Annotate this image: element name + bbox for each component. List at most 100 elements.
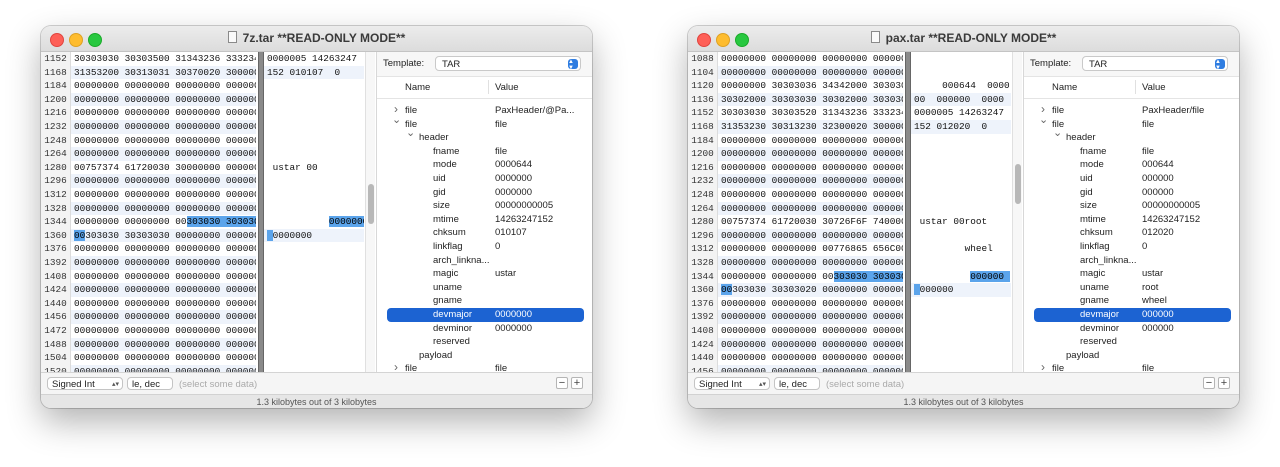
hex-row[interactable]: 1408 00000000 00000000 00000000 00000000 (688, 324, 1012, 338)
hex-row[interactable]: 1088 00000000 00000000 00000000 00000000 (688, 52, 1012, 66)
hex-row[interactable]: 1168 31353230 30313230 32300020 30000000 1… (688, 120, 1012, 134)
hex-row[interactable]: 1136 30302000 30303030 30302000 30303030 0… (688, 92, 1012, 107)
hex-row[interactable]: 1392 00000000 00000000 00000000 00000000 (688, 310, 1012, 324)
ascii-text[interactable]: ustar 00 (264, 161, 364, 175)
hex-row[interactable]: 1328 00000000 00000000 00000000 00000000 (41, 201, 365, 216)
tree-row[interactable]: uid 000000 (1024, 172, 1239, 186)
hex-row[interactable]: 1216 00000000 00000000 00000000 00000000 (688, 161, 1012, 175)
tree-row[interactable]: ⌄ header (1024, 127, 1239, 145)
endian-select[interactable]: le, dec (774, 377, 820, 390)
ascii-text[interactable]: 00 000000 0000 (911, 92, 1011, 107)
hex-bytes[interactable]: 00000000 00000000 00000000 00000000 (718, 351, 903, 365)
hex-bytes[interactable]: 30303030 30303520 31343236 33323437 (718, 106, 903, 120)
plus-button[interactable]: + (571, 377, 583, 389)
column-value-header[interactable]: Value (1142, 82, 1166, 93)
hex-row[interactable]: 134400000000 00000000 00303030 30303020 … (688, 270, 1012, 284)
hex-bytes[interactable]: 00000000 00000000 00000000 00000000 (718, 201, 903, 216)
hex-bytes[interactable]: 00000000 00000000 00000000 00000000 (71, 297, 256, 311)
template-select[interactable]: TAR ▲▼ (1082, 56, 1228, 71)
hex-row[interactable]: 1360 00303030 30303020 00000000 00000000 … (688, 283, 1012, 297)
tree-row[interactable]: gid 000000 (1024, 186, 1239, 200)
hex-row[interactable]: 1264 00000000 00000000 00000000 00000000 (41, 147, 365, 161)
tree-row[interactable]: arch_linkna... (377, 254, 592, 268)
tree-row[interactable]: mode 0000644 (377, 158, 592, 172)
hex-row[interactable]: 1456 00000000 00000000 00000000 00000000 (41, 310, 365, 324)
tree-row[interactable]: linkflag 0 (377, 240, 592, 254)
hex-bytes[interactable]: 00303030 30303030 00000000 00000000 (71, 228, 256, 243)
hex-selection[interactable]: 303030 30303030 (186, 216, 256, 228)
hex-row[interactable]: 1104 00000000 00000000 00000000 00000000 (688, 65, 1012, 80)
hex-bytes[interactable]: 00000000 00000000 00000000 00000000 (71, 256, 256, 270)
hex-bytes[interactable]: 00000000 00000000 00000000 00000000 (718, 310, 903, 324)
hex-bytes[interactable]: 00000000 00000000 00000000 00000000 (718, 52, 903, 66)
hex-bytes[interactable]: 00000000 00000000 00303030 30303030 (71, 215, 256, 229)
hex-bytes[interactable]: 00000000 00000000 00000000 00000000 (718, 134, 903, 148)
hex-row[interactable]: 1152 30303030 30303520 31343236 33323437 0… (688, 106, 1012, 120)
minus-button[interactable]: − (556, 377, 568, 389)
hex-bytes[interactable]: 00000000 00000000 00000000 00000000 (71, 310, 256, 324)
ascii-text[interactable]: ustar 00root (911, 215, 1011, 229)
hex-row[interactable]: 1488 00000000 00000000 00000000 00000000 (41, 337, 365, 352)
column-name-header[interactable]: Name (1052, 82, 1077, 93)
hex-row[interactable]: 1152 30303030 30303500 31343236 33323437 0… (41, 52, 365, 66)
ascii-text[interactable]: 152 012020 0 (911, 120, 1011, 134)
hex-row[interactable]: 1312 00000000 00000000 00000000 00000000 (41, 188, 365, 202)
hex-row[interactable]: 1408 00000000 00000000 00000000 00000000 (41, 270, 365, 284)
chevron-down-icon[interactable]: ⌄ (406, 127, 415, 141)
hex-bytes[interactable]: 00000000 00000000 00000000 00000000 (71, 242, 256, 256)
minus-button[interactable]: − (1203, 377, 1215, 389)
hex-bytes[interactable]: 31353200 30313031 30370020 30000000 (71, 65, 256, 80)
hex-row[interactable]: 1168 31353200 30313031 30370020 30000000 1… (41, 65, 365, 80)
hex-bytes[interactable]: 00000000 00000000 00000000 00000000 (718, 161, 903, 175)
tree-row[interactable]: gname (377, 294, 592, 308)
hex-row[interactable]: 1424 00000000 00000000 00000000 00000000 (688, 337, 1012, 352)
ascii-pre[interactable] (267, 216, 329, 227)
tree-row[interactable]: mode 000644 (1024, 158, 1239, 172)
tree-row[interactable]: gid 0000000 (377, 186, 592, 200)
vertical-scrollbar[interactable] (365, 52, 375, 372)
plus-button[interactable]: + (1218, 377, 1230, 389)
ascii-text[interactable]: 0000000 (264, 215, 364, 229)
ascii-text[interactable]: wheel (911, 242, 1011, 256)
hex-bytes[interactable]: 00000000 00000000 00776865 656C0000 (718, 242, 903, 256)
tree-row[interactable]: magic ustar (1024, 267, 1239, 281)
hex-bytes-post[interactable]: 303030 30303030 00000000 00000000 (85, 230, 256, 241)
ascii-selection[interactable]: 0000000 (328, 216, 364, 228)
hex-bytes[interactable]: 00757374 61720030 30000000 00000000 (71, 161, 256, 175)
hex-bytes[interactable]: 31353230 30313230 32300020 30000000 (718, 120, 903, 134)
ascii-text[interactable]: 0000005 14263247 (264, 52, 364, 66)
hex-bytes[interactable]: 00000000 00000000 00000000 00000000 (71, 120, 256, 134)
tree-row[interactable]: arch_linkna... (1024, 254, 1239, 268)
hex-bytes[interactable]: 00000000 00000000 00000000 00000000 (718, 337, 903, 352)
hex-row[interactable]: 1360 00303030 30303030 00000000 00000000 … (41, 228, 365, 243)
hex-row[interactable]: 1520 00000000 00000000 00000000 00000000 (41, 364, 365, 372)
hex-bytes[interactable]: 00000000 00000000 00000000 00000000 (71, 337, 256, 352)
tree-row[interactable]: devmajor 000000 (1024, 308, 1239, 322)
tree-row[interactable]: reserved (1024, 335, 1239, 349)
type-select[interactable]: Signed Int ▴▾ (694, 377, 770, 390)
hex-bytes[interactable]: 00000000 00000000 00000000 00000000 (718, 364, 903, 372)
hex-bytes[interactable]: 30302000 30303030 30302000 30303030 (718, 92, 903, 107)
hex-bytes-pre[interactable]: 00000000 00000000 00 (74, 216, 187, 227)
hex-bytes[interactable]: 00000000 00000000 00000000 00000000 (71, 134, 256, 148)
hex-bytes[interactable]: 00303030 30303020 00000000 00000000 (718, 283, 903, 297)
hex-row[interactable]: 1232 00000000 00000000 00000000 00000000 (688, 174, 1012, 188)
tree-row[interactable]: devminor 000000 (1024, 322, 1239, 336)
hex-row[interactable]: 1328 00000000 00000000 00000000 00000000 (688, 256, 1012, 270)
hex-bytes[interactable]: 00000000 00000000 00000000 00000000 (71, 92, 256, 107)
ascii-text[interactable]: 000000 (911, 283, 1011, 297)
ascii-text[interactable]: 000644 0000 (911, 79, 1011, 93)
tree-row[interactable]: chksum 012020 (1024, 226, 1239, 240)
hex-bytes[interactable]: 00000000 00000000 00000000 00000000 (718, 324, 903, 338)
hex-row[interactable]: 1184 00000000 00000000 00000000 00000000 (41, 79, 365, 93)
hex-row[interactable]: 1248 00000000 00000000 00000000 00000000 (41, 134, 365, 148)
template-pane[interactable]: Template: TAR ▲▼ Name Value › file PaxHeader/@P… (376, 52, 592, 374)
hex-row[interactable]: 1280 00757374 61720030 30726F6F 74000000 … (688, 215, 1012, 229)
hex-bytes[interactable]: 00000000 00000000 00000000 00000000 (71, 106, 256, 120)
tree-row[interactable]: chksum 010107 (377, 226, 592, 240)
ascii-text[interactable]: 0000000 (264, 228, 364, 243)
hex-bytes[interactable]: 00000000 00000000 00000000 00000000 (71, 270, 256, 284)
tree-row[interactable]: uid 0000000 (377, 172, 592, 186)
hex-row[interactable]: 1440 00000000 00000000 00000000 00000000 (688, 351, 1012, 365)
chevron-down-icon[interactable]: ⌄ (1053, 127, 1062, 141)
